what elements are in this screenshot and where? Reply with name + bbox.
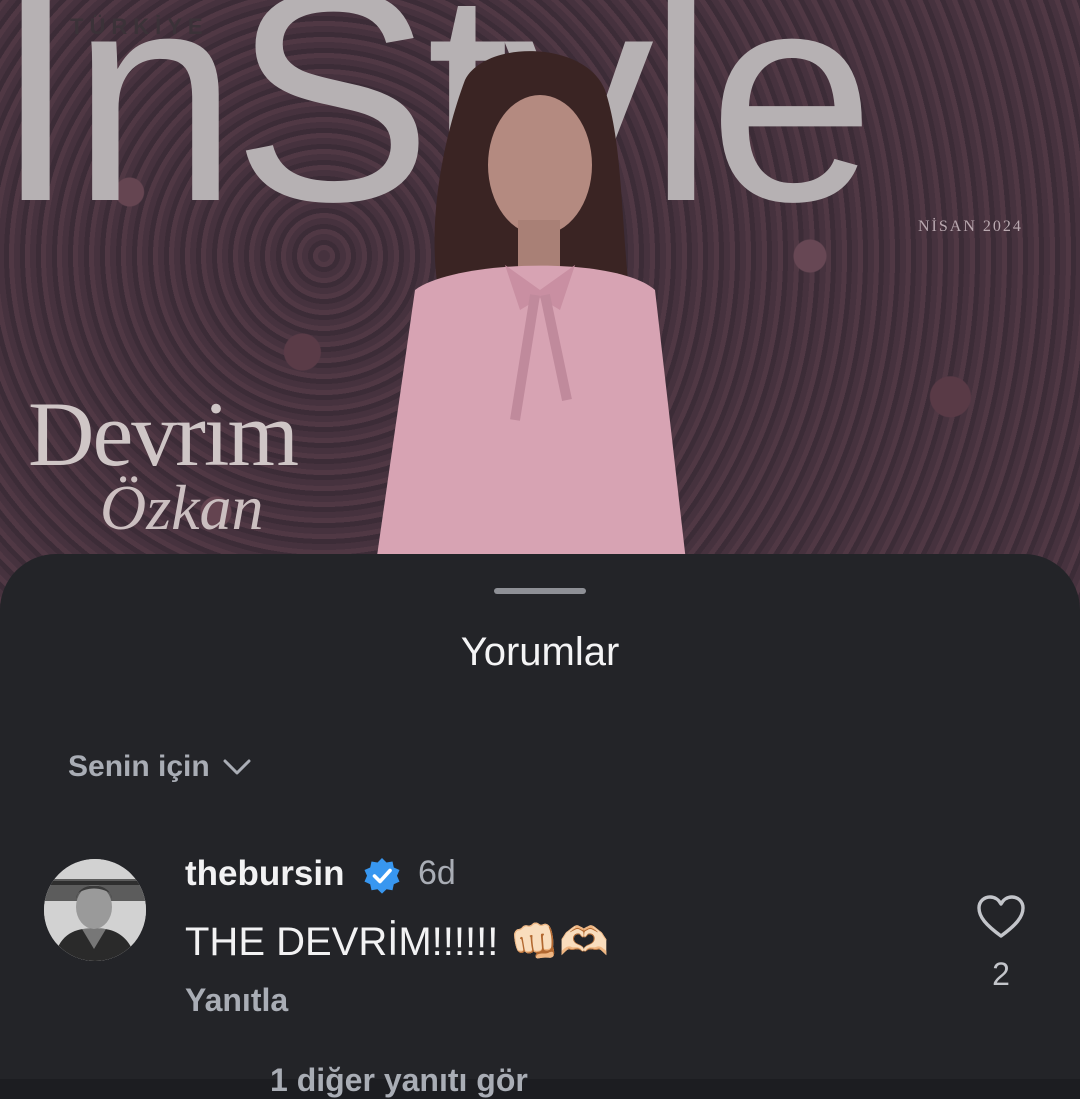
- like-count: 2: [992, 956, 1010, 992]
- comment-text: THE DEVRİM!!!!!! 👊🏻🫶🏻: [185, 920, 610, 964]
- avatar[interactable]: [44, 859, 146, 961]
- comment-item: thebursin 6d THE DEVRİM!!!!!! 👊🏻🫶🏻 Yanıt…: [0, 854, 1080, 1034]
- magazine-cover-image[interactable]: TÜRKİYE InStyle NİSAN 2024 Devrim Özkan: [0, 0, 1080, 640]
- cover-model-figure: [365, 51, 695, 640]
- reply-button[interactable]: Yanıtla: [185, 982, 288, 1019]
- comment-timestamp: 6d: [418, 854, 456, 892]
- cover-name-last: Özkan: [100, 472, 264, 543]
- avatar-photo: [44, 859, 146, 961]
- heart-icon[interactable]: [976, 894, 1026, 940]
- cover-name-first: Devrim: [28, 383, 299, 485]
- comment-sort-dropdown[interactable]: Senin için: [68, 750, 252, 784]
- sheet-drag-handle[interactable]: [494, 588, 586, 594]
- sort-label: Senin için: [68, 750, 210, 783]
- sheet-title: Yorumlar: [460, 630, 620, 674]
- view-more-replies-button[interactable]: 1 diğer yanıtı gör: [270, 1062, 528, 1099]
- comment-username[interactable]: thebursin: [185, 854, 344, 894]
- cover-date-label: NİSAN 2024: [918, 218, 1023, 235]
- chevron-down-icon: [223, 759, 251, 775]
- comments-sheet: Yorumlar Senin için thebursin 6d THE DEV…: [0, 554, 1080, 1098]
- verified-badge-icon: [364, 858, 400, 894]
